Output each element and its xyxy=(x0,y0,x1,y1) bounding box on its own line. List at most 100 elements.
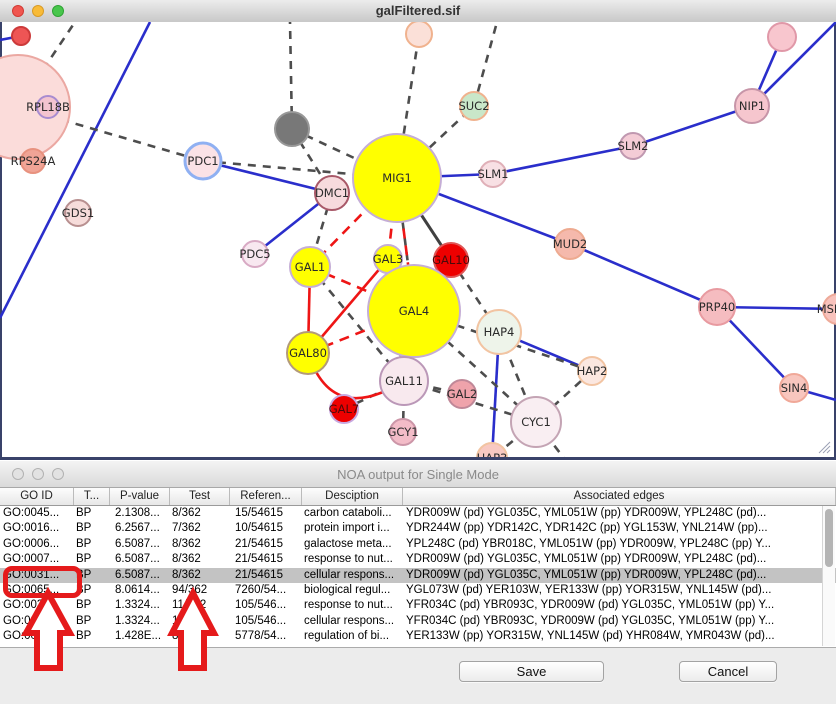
table-cell: 11/362 xyxy=(170,614,230,629)
table-cell: 1.3324... xyxy=(110,614,170,629)
node-label-slm2: SLM2 xyxy=(618,139,649,153)
column-header-referen[interactable]: Referen... xyxy=(230,488,302,505)
network-node-cornertl[interactable] xyxy=(12,27,30,45)
table-cell: 8/362 xyxy=(170,537,230,552)
node-label-mud2: MUD2 xyxy=(553,237,588,251)
table-row[interactable]: GO:0031...BP6.5087...8/36221/54615cellul… xyxy=(0,568,836,583)
table-cell: YDR009W (pd) YGL035C, YML051W (pp) YDR00… xyxy=(403,568,836,583)
table-cell: 80/362 xyxy=(170,629,230,644)
node-label-gal7: GAL7 xyxy=(329,402,360,416)
table-cell: 10/54615 xyxy=(230,521,302,536)
table-cell: 8.0614... xyxy=(110,583,170,598)
column-header-associated-edges[interactable]: Associated edges xyxy=(403,488,836,505)
node-label-gal80: GAL80 xyxy=(289,346,327,360)
node-label-gal4: GAL4 xyxy=(399,304,430,318)
node-label-sin4: SIN4 xyxy=(781,381,808,395)
node-label-gal11: GAL11 xyxy=(385,374,423,388)
noa-titlebar[interactable]: NOA output for Single Mode xyxy=(0,461,836,488)
table-cell: 7260/54... xyxy=(230,583,302,598)
table-cell: YPL248C (pd) YBR018C, YML051W (pp) YDR00… xyxy=(403,537,836,552)
table-row[interactable]: GO:0065...BP8.0614...94/3627260/54...bio… xyxy=(0,583,836,598)
table-cell: cellular respons... xyxy=(302,568,403,583)
table-cell: 11/362 xyxy=(170,598,230,613)
node-label-prp40: PRP40 xyxy=(699,300,736,314)
network-node-topnode1[interactable] xyxy=(406,22,432,47)
network-canvas[interactable]: RPL18BRPS24AGDS1PDC1DMC1MIG1PDC5GAL1GAL3… xyxy=(0,22,836,460)
table-cell: GO:0045... xyxy=(0,506,74,521)
network-graph: RPL18BRPS24AGDS1PDC1DMC1MIG1PDC5GAL1GAL3… xyxy=(0,22,836,457)
table-cell: GO:0031... xyxy=(0,614,74,629)
main-window-titlebar[interactable]: galFiltered.sif xyxy=(0,0,836,23)
table-cell: 2.1308... xyxy=(110,506,170,521)
table-cell: BP xyxy=(74,521,110,536)
network-node-topright[interactable] xyxy=(768,23,796,51)
node-label-hap2: HAP2 xyxy=(577,364,608,378)
save-button[interactable]: Save xyxy=(459,661,604,682)
network-edge[interactable] xyxy=(570,244,717,307)
table-row[interactable]: GO:0016...BP6.2567...7/36210/54615protei… xyxy=(0,521,836,536)
scrollbar-thumb[interactable] xyxy=(825,509,833,567)
table-cell: 21/54615 xyxy=(230,568,302,583)
node-label-gds1: GDS1 xyxy=(62,206,94,220)
node-label-cyc1: CYC1 xyxy=(521,415,551,429)
column-header-p-value[interactable]: P-value xyxy=(110,488,170,505)
cancel-button[interactable]: Cancel xyxy=(679,661,777,682)
table-row[interactable]: GO:0006...BP6.5087...8/36221/54615galact… xyxy=(0,537,836,552)
node-label-gcy1: GCY1 xyxy=(387,425,418,439)
noa-window-title: NOA output for Single Mode xyxy=(0,467,836,482)
table-cell: 7/362 xyxy=(170,521,230,536)
node-label-nip1: NIP1 xyxy=(739,99,765,113)
table-cell: GO:0006... xyxy=(0,537,74,552)
column-header-test[interactable]: Test xyxy=(170,488,230,505)
node-label-gal3: GAL3 xyxy=(373,252,404,266)
node-label-rps24a: RPS24A xyxy=(11,154,56,168)
table-cell: 15/54615 xyxy=(230,506,302,521)
table-cell: 94/362 xyxy=(170,583,230,598)
table-cell: 105/546... xyxy=(230,614,302,629)
table-cell: 5778/54... xyxy=(230,629,302,644)
table-cell: YFR034C (pd) YBR093C, YDR009W (pd) YGL03… xyxy=(403,614,836,629)
table-cell: carbon cataboli... xyxy=(302,506,403,521)
network-edge[interactable] xyxy=(493,146,633,174)
table-header-row[interactable]: GO IDT...P-valueTestReferen...Desciption… xyxy=(0,488,836,506)
table-cell: YGL073W (pd) YER103W, YER133W (pp) YOR31… xyxy=(403,583,836,598)
table-cell: response to nut... xyxy=(302,552,403,567)
table-cell: cellular respons... xyxy=(302,614,403,629)
node-label-suc2: SUC2 xyxy=(458,99,489,113)
table-cell: 21/54615 xyxy=(230,537,302,552)
vertical-scrollbar[interactable] xyxy=(822,506,835,646)
table-cell: BP xyxy=(74,506,110,521)
button-bar: Save Cancel xyxy=(0,647,836,704)
table-cell: BP xyxy=(74,598,110,613)
table-cell: GO:0031... xyxy=(0,598,74,613)
table-cell: biological regul... xyxy=(302,583,403,598)
node-label-msi: MSI xyxy=(817,302,836,316)
table-cell: regulation of bi... xyxy=(302,629,403,644)
table-cell: 8/362 xyxy=(170,506,230,521)
table-cell: 21/54615 xyxy=(230,552,302,567)
resize-grip-icon[interactable] xyxy=(817,440,831,454)
column-header-desciption[interactable]: Desciption xyxy=(302,488,403,505)
table-row[interactable]: GO:0031...BP1.3324...11/362105/546...cel… xyxy=(0,614,836,629)
network-edge[interactable] xyxy=(633,106,752,146)
table-cell: 6.2567... xyxy=(110,521,170,536)
node-label-slm1: SLM1 xyxy=(478,167,509,181)
table-cell: 8/362 xyxy=(170,552,230,567)
table-row[interactable]: GO:0031...BP1.3324...11/362105/546...res… xyxy=(0,598,836,613)
table-row[interactable]: GO:0045...BP2.1308...8/36215/54615carbon… xyxy=(0,506,836,521)
table-cell: BP xyxy=(74,614,110,629)
network-node-graynode[interactable] xyxy=(275,112,309,146)
column-header-t[interactable]: T... xyxy=(74,488,110,505)
table-cell: YDR009W (pd) YGL035C, YML051W (pp) YDR00… xyxy=(403,552,836,567)
column-header-go-id[interactable]: GO ID xyxy=(0,488,74,505)
table-cell: galactose meta... xyxy=(302,537,403,552)
node-label-gal1: GAL1 xyxy=(295,260,326,274)
table-cell: YER133W (pp) YOR315W, YNL145W (pd) YHR08… xyxy=(403,629,836,644)
table-row[interactable]: GO:0050...BP1.428E...80/3625778/54...reg… xyxy=(0,629,836,644)
table-row[interactable]: GO:0007...BP6.5087...8/36221/54615respon… xyxy=(0,552,836,567)
annotation-highlight-rect xyxy=(3,566,82,598)
table-body: GO:0045...BP2.1308...8/36215/54615carbon… xyxy=(0,506,836,646)
node-label-dmc1: DMC1 xyxy=(315,186,349,200)
table-cell: 105/546... xyxy=(230,598,302,613)
table-cell: BP xyxy=(74,552,110,567)
